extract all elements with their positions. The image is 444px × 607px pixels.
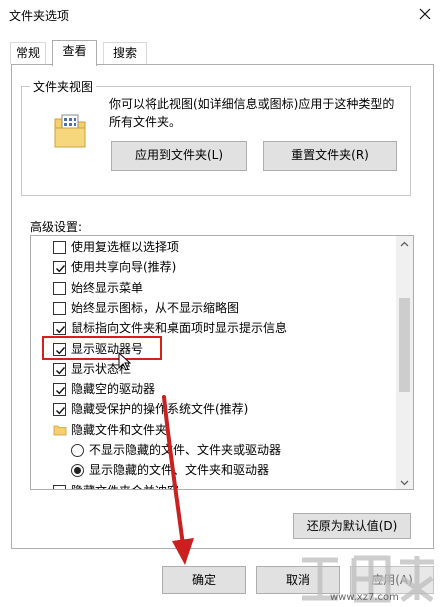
mouse-cursor-icon: [118, 351, 132, 375]
setting-row[interactable]: 显示隐藏的文件、文件夹和驱动器: [31, 460, 398, 480]
restore-defaults-button[interactable]: 还原为默认值(D): [293, 513, 411, 539]
tab-search[interactable]: 搜索: [103, 42, 147, 64]
setting-row[interactable]: 鼠标指向文件夹和桌面项时显示提示信息: [31, 318, 398, 338]
checkbox-unchecked[interactable]: [53, 301, 66, 315]
checkbox-checked[interactable]: [53, 383, 66, 397]
checkbox-checked[interactable]: [53, 322, 66, 336]
window-title: 文件夹选项: [9, 9, 70, 23]
setting-row[interactable]: 隐藏空的驱动器: [31, 379, 398, 399]
setting-row[interactable]: 隐藏文件和文件夹: [31, 420, 398, 440]
ok-button[interactable]: 确定: [162, 566, 246, 594]
folder-icon: [52, 111, 88, 151]
close-icon[interactable]: [414, 3, 436, 25]
scrollbar-thumb[interactable]: [399, 298, 410, 392]
setting-label: 始终显示图标，从不显示缩略图: [71, 300, 240, 315]
checkbox-unchecked[interactable]: [53, 241, 66, 254]
setting-row[interactable]: 不显示隐藏的文件、文件夹或驱动器: [31, 440, 398, 460]
setting-row[interactable]: 隐藏文件夹合并冲突: [31, 481, 398, 489]
radio-selected[interactable]: [71, 464, 84, 478]
setting-label: 隐藏文件夹合并冲突: [71, 481, 179, 489]
checkbox-unchecked[interactable]: [53, 281, 66, 295]
advanced-settings-list[interactable]: 使用复选框以选择项 使用共享向导(推荐) 始终显示菜单始终显示图标，从不显示缩略图鼠…: [30, 235, 414, 490]
scroll-up-arrow-icon[interactable]: [396, 236, 413, 253]
reset-folders-button[interactable]: 重置文件夹(R): [263, 141, 397, 171]
setting-label: 隐藏受保护的操作系统文件(推荐): [71, 402, 249, 417]
radio-unselected[interactable]: [71, 444, 84, 457]
watermark-url: www.xz7.com: [330, 592, 399, 603]
vertical-scrollbar[interactable]: [396, 236, 413, 489]
checkbox-checked[interactable]: [53, 362, 66, 376]
setting-row[interactable]: 始终显示图标，从不显示缩略图: [31, 298, 398, 318]
setting-label: 不显示隐藏的文件、文件夹或驱动器: [89, 443, 282, 457]
folder-views-description: 你可以将此视图(如详细信息或图标)应用于这种类型的所有文件夹。: [109, 97, 395, 129]
setting-label: 使用共享向导(推荐): [71, 260, 177, 275]
setting-label: 始终显示菜单: [71, 280, 144, 295]
radio-dot: [74, 467, 81, 475]
setting-label: 使用复选框以选择项: [71, 240, 180, 254]
advanced-settings-items: 使用复选框以选择项 使用共享向导(推荐) 始终显示菜单始终显示图标，从不显示缩略图鼠…: [31, 236, 398, 489]
tab-general[interactable]: 常规: [10, 42, 46, 64]
setting-label: 显示驱动器号: [71, 341, 144, 356]
setting-label: 鼠标指向文件夹和桌面项时显示提示信息: [71, 321, 288, 336]
checkbox-checked[interactable]: [53, 403, 66, 417]
checkbox-checked[interactable]: [53, 261, 66, 275]
title-bar: 文件夹选项: [0, 0, 444, 30]
setting-row[interactable]: 隐藏受保护的操作系统文件(推荐): [31, 399, 398, 419]
setting-label: 隐藏空的驱动器: [71, 382, 156, 397]
checkbox-checked[interactable]: [53, 484, 66, 489]
advanced-settings-label: 高级设置:: [30, 220, 83, 234]
setting-label: 隐藏文件和文件夹: [71, 422, 168, 437]
setting-row[interactable]: 始终显示菜单: [31, 278, 398, 298]
setting-row[interactable]: 使用共享向导(推荐): [31, 257, 398, 277]
folder-views-group: 文件夹视图 你可以将此视图(如详细信息或图标)应用于这种类型的所有文件夹。 应用…: [21, 78, 411, 196]
setting-row[interactable]: 使用复选框以选择项: [31, 237, 398, 257]
apply-to-folders-button[interactable]: 应用到文件夹(L): [111, 141, 247, 171]
folder-views-caption: 文件夹视图: [30, 78, 97, 95]
setting-label: 显示隐藏的文件、文件夹和驱动器: [89, 463, 270, 478]
checkbox-checked[interactable]: [53, 342, 66, 356]
tab-view[interactable]: 查看: [52, 40, 97, 66]
setting-row[interactable]: 显示驱动器号: [31, 339, 398, 359]
setting-row[interactable]: 显示状态栏: [31, 359, 398, 379]
scroll-down-arrow-icon[interactable]: [396, 474, 413, 489]
